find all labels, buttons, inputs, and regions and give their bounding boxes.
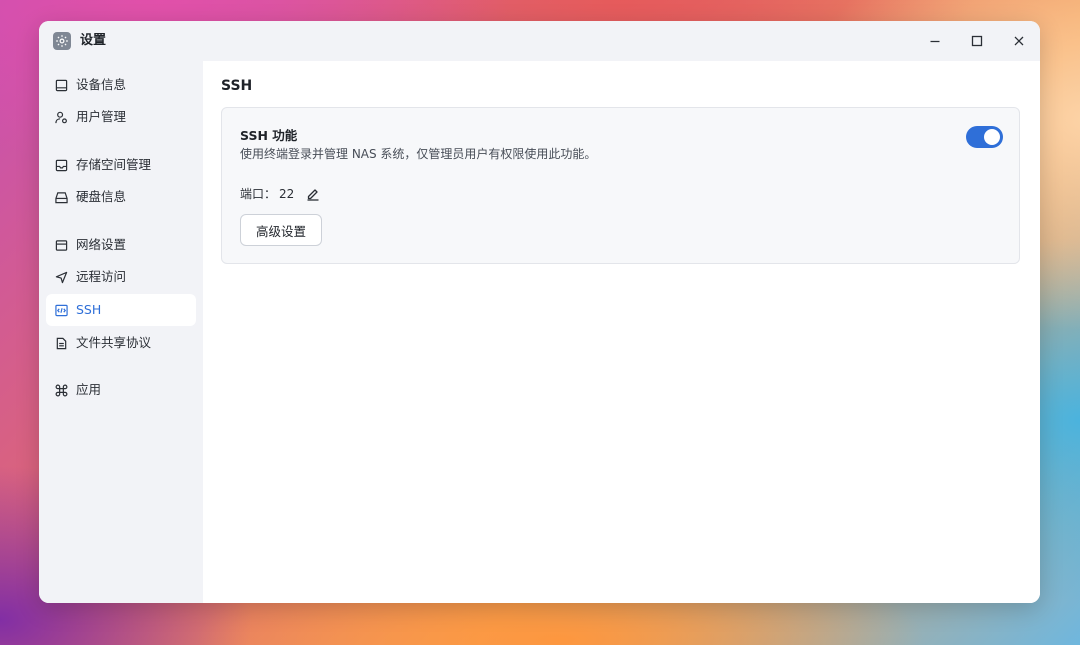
main-content: SSH SSH 功能 使用终端登录并管理 NAS 系统，仅管理员用户有权限使用此… xyxy=(203,61,1040,603)
window-title: 设置 xyxy=(80,33,107,48)
hard-disk-icon xyxy=(54,190,68,204)
port-value: 22 xyxy=(279,187,295,201)
user-icon xyxy=(54,110,68,124)
remote-access-icon xyxy=(54,270,68,284)
code-icon xyxy=(54,303,68,317)
sidebar-item-label: SSH xyxy=(76,302,102,317)
command-icon xyxy=(54,383,68,397)
ssh-enable-toggle[interactable] xyxy=(966,126,1003,148)
sidebar-item-label: 网络设置 xyxy=(76,237,127,252)
sidebar-item-label: 用户管理 xyxy=(76,109,127,124)
maximize-button[interactable] xyxy=(966,31,988,51)
sidebar-item-device-info[interactable]: 设备信息 xyxy=(46,69,196,101)
network-icon xyxy=(54,238,68,252)
sidebar-item-label: 存储空间管理 xyxy=(76,157,152,172)
ssh-feature-title: SSH 功能 xyxy=(240,128,298,143)
sidebar: 设备信息 用户管理 存储空间管理 硬盘信息 网络设置 远程访问 SSH 文件共享… xyxy=(39,61,203,603)
title-bar: 设置 xyxy=(39,21,1040,61)
sidebar-item-hard-disk[interactable]: 硬盘信息 xyxy=(46,181,196,213)
edit-pencil-icon[interactable] xyxy=(306,186,320,201)
device-info-icon xyxy=(54,78,68,92)
sidebar-item-label: 文件共享协议 xyxy=(76,335,152,350)
page-title: SSH xyxy=(221,78,253,94)
sidebar-item-apps[interactable]: 应用 xyxy=(46,374,196,406)
ssh-settings-card: SSH 功能 使用终端登录并管理 NAS 系统，仅管理员用户有权限使用此功能。 … xyxy=(221,107,1020,264)
sidebar-item-label: 设备信息 xyxy=(76,77,127,92)
advanced-settings-button[interactable]: 高级设置 xyxy=(240,214,322,246)
sidebar-item-storage[interactable]: 存储空间管理 xyxy=(46,149,196,181)
sidebar-item-ssh[interactable]: SSH xyxy=(46,294,196,326)
sidebar-item-label: 远程访问 xyxy=(76,269,127,284)
sidebar-item-user-management[interactable]: 用户管理 xyxy=(46,101,196,133)
storage-icon xyxy=(54,158,68,172)
document-icon xyxy=(54,336,68,350)
sidebar-item-remote-access[interactable]: 远程访问 xyxy=(46,261,196,293)
minimize-icon xyxy=(930,40,940,43)
port-label: 端口： xyxy=(240,187,277,201)
minimize-button[interactable] xyxy=(924,31,946,51)
sidebar-item-network[interactable]: 网络设置 xyxy=(46,229,196,261)
sidebar-item-label: 应用 xyxy=(76,382,102,397)
maximize-icon xyxy=(971,35,983,47)
settings-gear-icon xyxy=(53,32,71,50)
settings-window: 设置 设备信息 用户管理 存储空间管理 硬盘信息 网络设置 远程访问 SSH 文… xyxy=(39,21,1040,603)
sidebar-item-file-sharing[interactable]: 文件共享协议 xyxy=(46,327,196,359)
ssh-feature-description: 使用终端登录并管理 NAS 系统，仅管理员用户有权限使用此功能。 xyxy=(240,147,597,161)
toggle-knob xyxy=(984,129,1000,145)
close-icon xyxy=(1014,36,1024,46)
sidebar-item-label: 硬盘信息 xyxy=(76,189,127,204)
close-button[interactable] xyxy=(1008,31,1030,51)
